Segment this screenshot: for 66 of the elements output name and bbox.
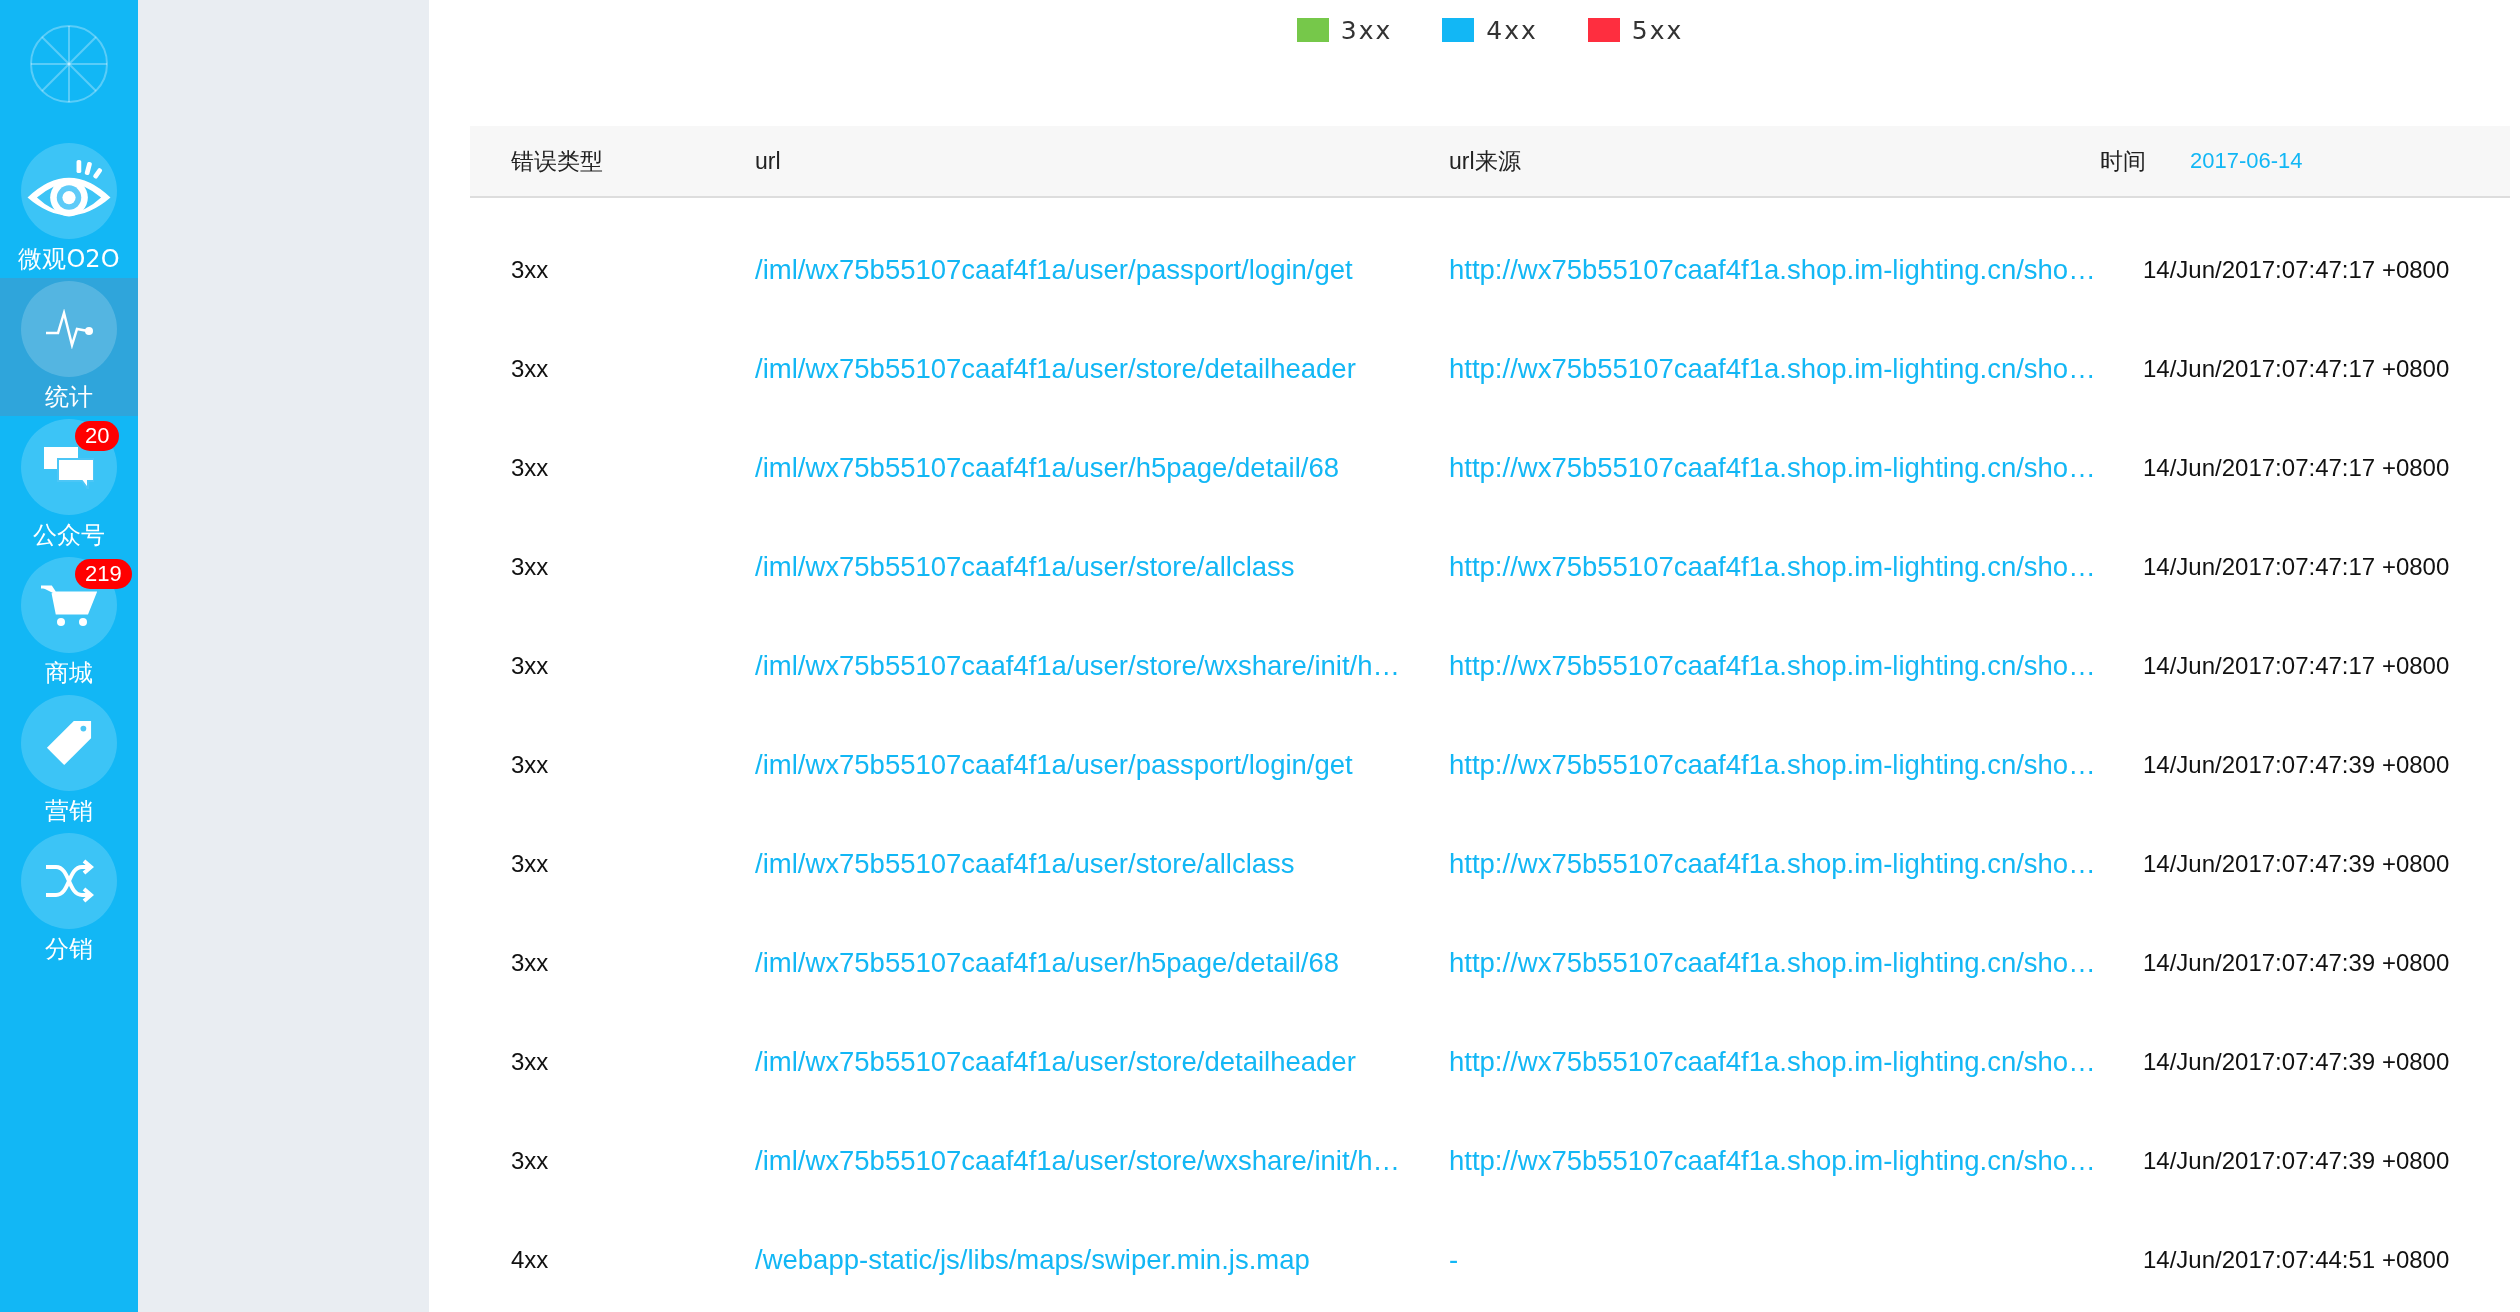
nav-item[interactable]: 分销 — [0, 830, 138, 968]
url-link[interactable]: /iml/wx75b55107caaf4f1a/user/store/detailheader — [755, 352, 1449, 385]
notification-badge: 20 — [75, 421, 120, 451]
table-cell: 14/Jun/2017:07:44:51 +0800 — [2143, 1245, 2450, 1274]
table-cell: 14/Jun/2017:07:47:17 +0800 — [2143, 552, 2450, 581]
table-cell: 14/Jun/2017:07:47:17 +0800 — [2143, 651, 2450, 680]
table-cell-text: 3xx — [510, 255, 550, 284]
url-link[interactable]: /iml/wx75b55107caaf4f1a/user/store/wxshare/init/h… — [755, 649, 1449, 682]
table-cell-text: 3xx — [510, 651, 550, 680]
source-link[interactable]: http://wx75b55107caaf4f1a.shop.im-lighting.cn/sho… — [1449, 352, 2143, 385]
table-cell-text: 4xx — [510, 1245, 550, 1274]
table-cell-text: 3xx — [510, 1146, 550, 1175]
url-link[interactable]: /webapp-static/js/libs/maps/swiper.min.js.map — [755, 1243, 1449, 1276]
column-header: 错误类型 — [510, 146, 604, 176]
source-link[interactable]: http://wx75b55107caaf4f1a.shop.im-lighting.cn/sho… — [1449, 946, 2143, 979]
legend-label: 4xx — [1486, 16, 1538, 45]
table-cell: 14/Jun/2017:07:47:39 +0800 — [2143, 1146, 2450, 1175]
table-cell: 14/Jun/2017:07:47:17 +0800 — [2143, 354, 2450, 383]
source-link[interactable]: http://wx75b55107caaf4f1a.shop.im-lighting.cn/sho… — [1449, 550, 2143, 583]
url-link[interactable]: /iml/wx75b55107caaf4f1a/user/store/detailheader — [755, 1045, 1449, 1078]
nav-item[interactable]: 219 商城 — [0, 554, 138, 692]
table-cell: 14/Jun/2017:07:47:39 +0800 — [2143, 1047, 2450, 1076]
nav-item[interactable]: 营销 — [0, 692, 138, 830]
url-link[interactable]: /iml/wx75b55107caaf4f1a/user/store/allclass — [755, 847, 1449, 880]
chat-bubbles-icon — [44, 445, 94, 489]
source-link[interactable]: http://wx75b55107caaf4f1a.shop.im-lighting.cn/sho… — [1449, 1045, 2143, 1078]
nav-item[interactable]: 20 公众号 — [0, 416, 138, 554]
source-link[interactable]: http://wx75b55107caaf4f1a.shop.im-lighting.cn/sho… — [1449, 847, 2143, 880]
url-link[interactable]: /iml/wx75b55107caaf4f1a/user/store/allclass — [755, 550, 1449, 583]
legend-label: 3xx — [1340, 16, 1393, 45]
url-link[interactable]: /iml/wx75b55107caaf4f1a/user/passport/login/get — [755, 748, 1449, 781]
column-header: url来源 — [1449, 146, 1522, 176]
nav-item[interactable]: 微观O2O — [0, 140, 138, 278]
source-link[interactable]: http://wx75b55107caaf4f1a.shop.im-lighting.cn/sho… — [1449, 649, 2143, 682]
url-link[interactable]: /iml/wx75b55107caaf4f1a/user/store/wxshare/init/h… — [755, 1144, 1449, 1177]
table-cell: 14/Jun/2017:07:47:39 +0800 — [2143, 849, 2450, 878]
source-link[interactable]: http://wx75b55107caaf4f1a.shop.im-lighting.cn/sho… — [1449, 1144, 2143, 1177]
table-cell-text: 3xx — [510, 552, 550, 581]
table-cell: 14/Jun/2017:07:47:17 +0800 — [2143, 453, 2450, 482]
nav-item[interactable]: 统计 — [0, 278, 138, 416]
tag-icon — [45, 719, 93, 767]
table-cell-text: 3xx — [510, 1047, 550, 1076]
legend-label: 5xx — [1631, 16, 1684, 45]
source-link[interactable]: http://wx75b55107caaf4f1a.shop.im-lighting.cn/sho… — [1449, 748, 2143, 781]
url-link[interactable]: /iml/wx75b55107caaf4f1a/user/h5page/detail/68 — [755, 946, 1449, 979]
column-header: url — [755, 147, 782, 175]
shuffle-icon — [44, 859, 94, 903]
url-link[interactable]: /iml/wx75b55107caaf4f1a/user/passport/login/get — [755, 253, 1449, 286]
wheel-logo-icon — [29, 24, 109, 104]
table-cell-text: 3xx — [510, 750, 550, 779]
column-header: 时间 — [2100, 146, 2147, 176]
table-cell-text: 3xx — [510, 849, 550, 878]
source-link[interactable]: - — [1449, 1243, 2143, 1276]
pulse-line-icon — [44, 309, 94, 349]
url-link[interactable]: /iml/wx75b55107caaf4f1a/user/h5page/detail/68 — [755, 451, 1449, 484]
source-link[interactable]: http://wx75b55107caaf4f1a.shop.im-lighting.cn/sho… — [1449, 451, 2143, 484]
table-cell: 14/Jun/2017:07:47:39 +0800 — [2143, 948, 2450, 977]
cart-icon — [41, 583, 97, 627]
table-cell: 14/Jun/2017:07:47:17 +0800 — [2143, 255, 2450, 284]
table-cell-text: 3xx — [510, 948, 550, 977]
table-cell-text: 3xx — [510, 453, 550, 482]
table-cell-text: 3xx — [510, 354, 550, 383]
table-cell: 14/Jun/2017:07:47:39 +0800 — [2143, 750, 2450, 779]
source-link[interactable]: http://wx75b55107caaf4f1a.shop.im-lighting.cn/sho… — [1449, 253, 2143, 286]
notification-badge: 219 — [75, 559, 132, 589]
date-picker-link[interactable]: 2017-06-14 — [2190, 148, 2303, 174]
